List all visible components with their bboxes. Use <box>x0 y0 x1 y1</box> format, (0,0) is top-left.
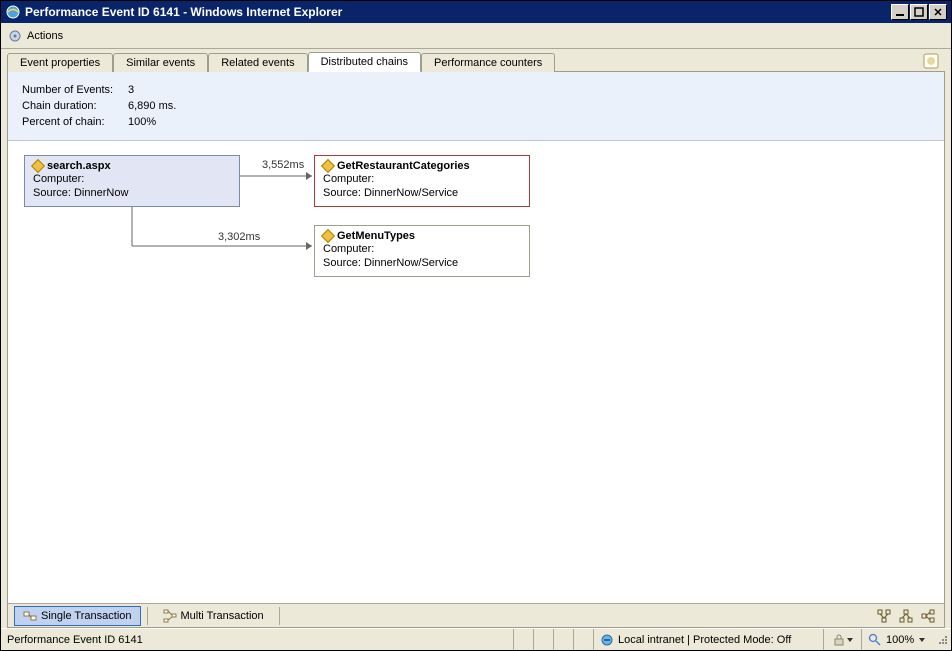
close-button[interactable] <box>929 4 947 20</box>
zoom-icon <box>868 633 882 647</box>
status-security-dropdown[interactable] <box>823 629 861 650</box>
chevron-down-icon <box>846 636 854 644</box>
intranet-icon <box>600 633 614 647</box>
status-empty-3 <box>553 629 573 650</box>
tab-event-properties[interactable]: Event properties <box>7 53 113 72</box>
statusbar: Performance Event ID 6141 Local intranet… <box>1 628 951 650</box>
single-transaction-label: Single Transaction <box>41 610 132 622</box>
node-title: GetMenuTypes <box>337 230 415 242</box>
node-computer-label: Computer: <box>323 173 374 185</box>
node-source-value: DinnerNow/Service <box>364 187 458 199</box>
lock-icon <box>832 633 846 647</box>
chain-node-getrestaurantcategories[interactable]: GetRestaurantCategories Computer: Source… <box>314 155 530 207</box>
summary-label: Percent of chain: <box>22 114 122 130</box>
node-source-value: DinnerNow/Service <box>364 257 458 269</box>
tab-similar-events[interactable]: Similar events <box>113 53 208 72</box>
tab-performance-counters[interactable]: Performance counters <box>421 53 555 72</box>
help-icon[interactable] <box>923 53 941 71</box>
multi-transaction-icon <box>163 609 177 623</box>
status-empty-1 <box>513 629 533 650</box>
tab-related-events[interactable]: Related events <box>208 53 307 72</box>
status-empty-2 <box>533 629 553 650</box>
edge-label-1: 3,552ms <box>262 159 304 171</box>
node-source-label: Source: <box>33 187 71 199</box>
chain-canvas: 3,552ms 3,302ms search.aspx Computer: So… <box>8 141 944 603</box>
panel-distributed-chains: Number of Events: 3 Chain duration: 6,89… <box>7 71 945 628</box>
chain-node-search[interactable]: search.aspx Computer: Source: DinnerNow <box>24 155 240 207</box>
titlebar: Performance Event ID 6141 - Windows Inte… <box>1 1 951 23</box>
diamond-icon <box>321 159 335 173</box>
bottom-toolbar: Single Transaction Multi Transaction <box>8 603 944 627</box>
chevron-down-icon <box>918 636 926 644</box>
layout-icon-1[interactable] <box>874 606 894 626</box>
summary-row-percent: Percent of chain: 100% <box>22 114 930 130</box>
single-transaction-button[interactable]: Single Transaction <box>14 606 141 626</box>
tab-distributed-chains[interactable]: Distributed chains <box>308 52 421 72</box>
summary-label: Chain duration: <box>22 98 122 114</box>
summary-label: Number of Events: <box>22 82 122 98</box>
status-zone[interactable]: Local intranet | Protected Mode: Off <box>593 629 823 650</box>
chain-node-getmenutypes[interactable]: GetMenuTypes Computer: Source: DinnerNow… <box>314 225 530 277</box>
resize-grip[interactable] <box>935 632 951 648</box>
status-zoom[interactable]: 100% <box>861 629 935 650</box>
summary-value: 6,890 ms. <box>128 98 176 114</box>
node-source-value: DinnerNow <box>74 187 128 199</box>
diamond-icon <box>31 159 45 173</box>
status-zone-text: Local intranet | Protected Mode: Off <box>618 634 791 646</box>
window-title: Performance Event ID 6141 - Windows Inte… <box>25 5 342 19</box>
edges <box>8 141 944 603</box>
node-title: GetRestaurantCategories <box>337 160 470 172</box>
minimize-button[interactable] <box>891 4 909 20</box>
actions-bar: Actions <box>1 23 951 49</box>
edge-label-2: 3,302ms <box>218 231 260 243</box>
content: Event properties Similar events Related … <box>1 49 951 628</box>
chain-summary: Number of Events: 3 Chain duration: 6,89… <box>8 72 944 141</box>
toolbar-separator <box>279 607 280 625</box>
toolbar-separator <box>147 607 148 625</box>
multi-transaction-button[interactable]: Multi Transaction <box>154 606 273 626</box>
summary-value: 100% <box>128 114 156 130</box>
zoom-value: 100% <box>886 634 914 646</box>
multi-transaction-label: Multi Transaction <box>181 610 264 622</box>
tab-row: Event properties Similar events Related … <box>7 49 945 71</box>
summary-row-events: Number of Events: 3 <box>22 82 930 98</box>
ie-icon <box>5 4 21 20</box>
status-page: Performance Event ID 6141 <box>1 629 513 650</box>
node-source-label: Source: <box>323 187 361 199</box>
node-computer-label: Computer: <box>33 173 84 185</box>
node-computer-label: Computer: <box>323 243 374 255</box>
single-transaction-icon <box>23 609 37 623</box>
diamond-icon <box>321 229 335 243</box>
window-buttons <box>890 4 947 20</box>
node-source-label: Source: <box>323 257 361 269</box>
summary-row-duration: Chain duration: 6,890 ms. <box>22 98 930 114</box>
layout-icon-3[interactable] <box>918 606 938 626</box>
window: Performance Event ID 6141 - Windows Inte… <box>0 0 952 651</box>
layout-icon-2[interactable] <box>896 606 916 626</box>
summary-value: 3 <box>128 82 134 98</box>
actions-label[interactable]: Actions <box>27 30 63 42</box>
maximize-button[interactable] <box>910 4 928 20</box>
status-empty-4 <box>573 629 593 650</box>
gear-icon <box>7 28 23 44</box>
node-title: search.aspx <box>47 160 111 172</box>
